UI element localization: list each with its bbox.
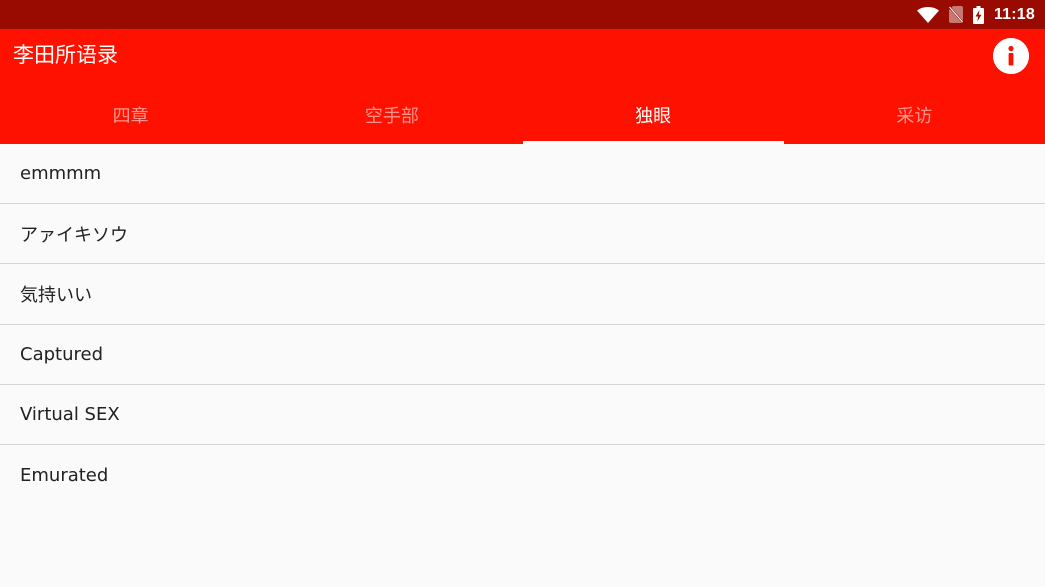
status-bar: 11:18 — [0, 0, 1045, 29]
list-item[interactable]: Virtual SEX — [0, 384, 1045, 445]
list-item[interactable]: 気持いい — [0, 264, 1045, 325]
status-icons: 11:18 — [916, 0, 1035, 29]
list-item[interactable]: emmmm — [0, 144, 1045, 205]
app-title: 李田所语录 — [13, 43, 118, 67]
wifi-icon — [916, 6, 939, 23]
battery-charging-icon — [972, 5, 984, 24]
no-sim-icon — [948, 6, 963, 23]
list-item[interactable]: Captured — [0, 324, 1045, 385]
app-bar: 李田所语录 四章 空手部 独眼 采访 — [0, 29, 1045, 144]
list-item[interactable]: Emurated — [0, 444, 1045, 506]
tab-sizhang[interactable]: 四章 — [0, 95, 261, 144]
tab-caifang[interactable]: 采访 — [784, 95, 1045, 144]
list-item[interactable]: アァイキソウ — [0, 204, 1045, 265]
tab-kongshoubu[interactable]: 空手部 — [261, 95, 522, 144]
tab-duyan[interactable]: 独眼 — [522, 95, 785, 144]
status-time: 11:18 — [993, 5, 1035, 23]
quote-list: emmmm アァイキソウ 気持いい Captured Virtual SEX E… — [0, 144, 1045, 506]
info-button[interactable] — [993, 38, 1029, 74]
tab-row: 四章 空手部 独眼 采访 — [0, 95, 1045, 144]
info-icon — [993, 38, 1029, 74]
